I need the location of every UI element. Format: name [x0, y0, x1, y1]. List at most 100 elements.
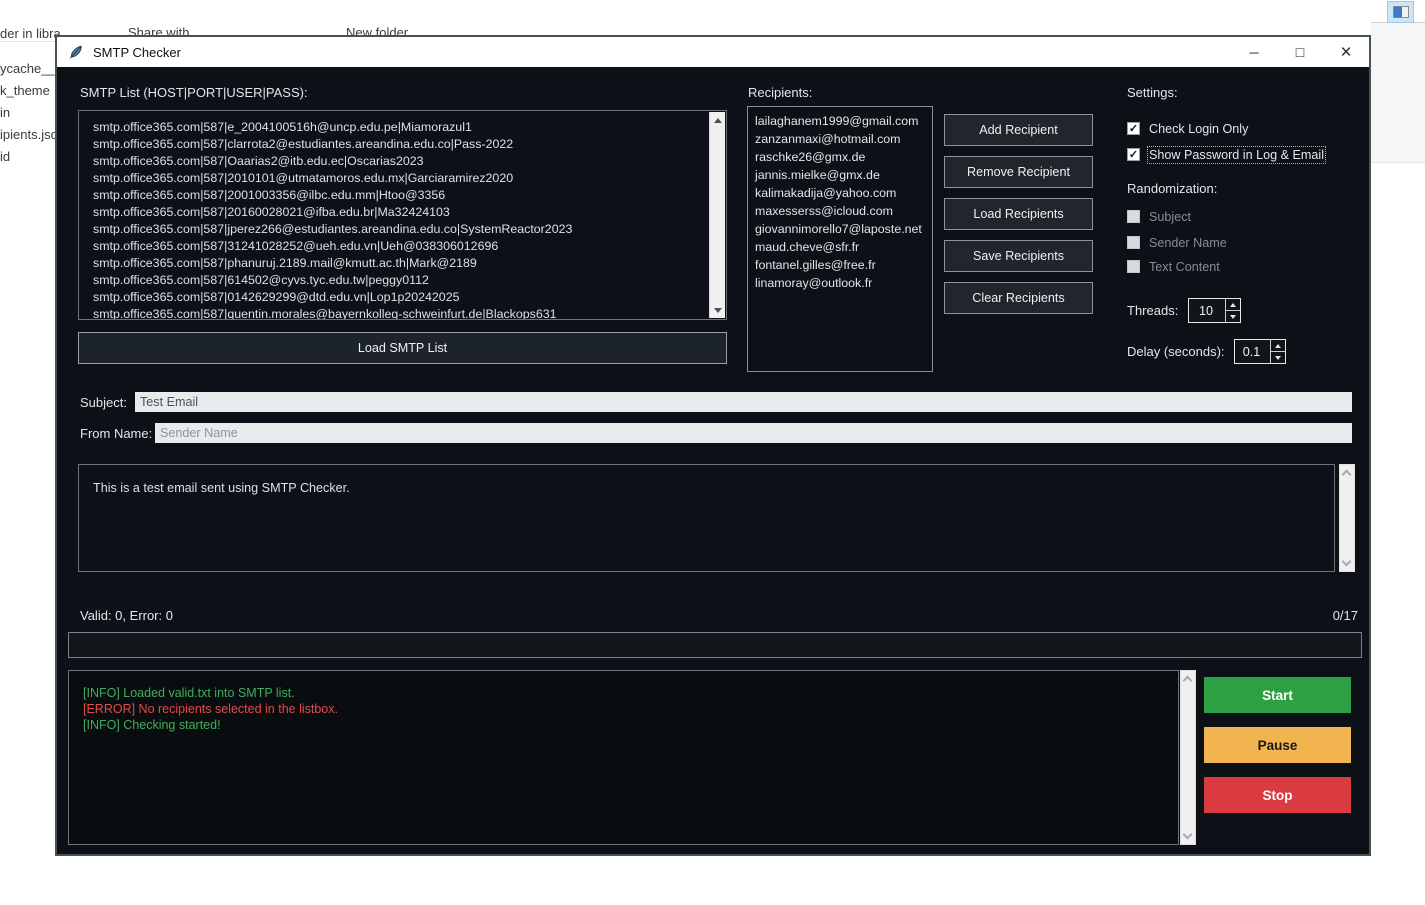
scroll-up-icon[interactable]: [1183, 676, 1193, 686]
smtp-list-row[interactable]: smtp.office365.com|587|31241028252@ueh.e…: [93, 238, 709, 255]
scroll-up-icon[interactable]: [710, 112, 725, 128]
valid-error-status: Valid: 0, Error: 0: [80, 608, 173, 623]
smtp-list-label: SMTP List (HOST|PORT|USER|PASS):: [80, 85, 308, 100]
delay-value: 0.1: [1235, 340, 1270, 363]
settings-label: Settings:: [1127, 85, 1178, 100]
explorer-file-fragment: ycache__: [0, 61, 56, 76]
smtp-listbox[interactable]: smtp.office365.com|587|e_2004100516h@unc…: [78, 110, 727, 320]
smtp-list-scrollbar[interactable]: [709, 112, 725, 318]
close-button[interactable]: ×: [1323, 37, 1369, 67]
message-body-textarea[interactable]: This is a test email sent using SMTP Che…: [78, 464, 1335, 572]
show-password-label: Show Password in Log & Email: [1149, 148, 1324, 162]
explorer-toolbar-fragment: der in libra: [0, 26, 61, 41]
recipient-item[interactable]: fontanel.gilles@free.fr: [755, 256, 932, 274]
log-output[interactable]: [INFO] Loaded valid.txt into SMTP list. …: [68, 670, 1179, 845]
check-login-only-row[interactable]: ✓ Check Login Only: [1127, 120, 1248, 137]
random-text-row[interactable]: Text Content: [1127, 258, 1220, 275]
checkbox-unchecked-icon[interactable]: [1127, 236, 1140, 249]
minimize-button[interactable]: ─: [1231, 37, 1277, 67]
window-preview-icon[interactable]: [1387, 1, 1414, 23]
explorer-edge-panel: [1371, 23, 1425, 163]
checkbox-checked-icon[interactable]: ✓: [1127, 148, 1140, 161]
log-line: [INFO] Loaded valid.txt into SMTP list.: [83, 685, 1178, 701]
remove-recipient-button[interactable]: Remove Recipient: [944, 156, 1093, 188]
add-recipient-button[interactable]: Add Recipient: [944, 114, 1093, 146]
explorer-file-fragment: k_theme: [0, 83, 50, 98]
smtp-list-row[interactable]: smtp.office365.com|587|2001003356@ilbc.e…: [93, 187, 709, 204]
recipient-item[interactable]: maud.cheve@sfr.fr: [755, 238, 932, 256]
checkbox-unchecked-icon[interactable]: [1127, 210, 1140, 223]
load-recipients-button[interactable]: Load Recipients: [944, 198, 1093, 230]
smtp-list-row[interactable]: smtp.office365.com|587|clarrota2@estudia…: [93, 136, 709, 153]
window-controls: ─ □ ×: [1231, 37, 1369, 67]
feather-icon: [68, 44, 84, 60]
spin-up-icon[interactable]: [1226, 299, 1240, 310]
random-sender-row[interactable]: Sender Name: [1127, 234, 1227, 251]
checkbox-checked-icon[interactable]: ✓: [1127, 122, 1140, 135]
clear-recipients-button[interactable]: Clear Recipients: [944, 282, 1093, 314]
recipient-item[interactable]: zanzanmaxi@hotmail.com: [755, 130, 932, 148]
scroll-down-icon[interactable]: [710, 302, 725, 318]
recipient-item[interactable]: jannis.mielke@gmx.de: [755, 166, 932, 184]
desktop: der in libra Share with New folder ycach…: [0, 0, 1425, 905]
recipient-item[interactable]: maxesserss@icloud.com: [755, 202, 932, 220]
scroll-down-icon[interactable]: [1183, 830, 1193, 840]
random-subject-label: Subject: [1149, 210, 1191, 224]
recipient-item[interactable]: giovannimorello7@laposte.net: [755, 220, 932, 238]
window-title: SMTP Checker: [93, 45, 181, 60]
load-smtp-list-button[interactable]: Load SMTP List: [78, 332, 727, 364]
random-subject-row[interactable]: Subject: [1127, 208, 1191, 225]
message-body-text: This is a test email sent using SMTP Che…: [93, 480, 1320, 496]
recipient-item[interactable]: raschke26@gmx.de: [755, 148, 932, 166]
explorer-file-fragment: id: [0, 149, 10, 164]
start-button[interactable]: Start: [1204, 677, 1351, 713]
recipients-label: Recipients:: [748, 85, 812, 100]
random-sender-label: Sender Name: [1149, 236, 1227, 250]
threads-value: 10: [1189, 299, 1225, 322]
message-scrollbar[interactable]: [1339, 464, 1355, 572]
explorer-toolbar-divider: [0, 41, 56, 42]
spin-up-icon[interactable]: [1271, 340, 1285, 351]
from-name-label: From Name:: [80, 426, 152, 441]
spin-down-icon[interactable]: [1271, 351, 1285, 363]
checkbox-unchecked-icon[interactable]: [1127, 260, 1140, 273]
save-recipients-button[interactable]: Save Recipients: [944, 240, 1093, 272]
threads-label: Threads:: [1127, 303, 1178, 318]
smtp-list-row[interactable]: smtp.office365.com|587|20160028021@ifba.…: [93, 204, 709, 221]
smtp-list-row[interactable]: smtp.office365.com|587|jperez266@estudia…: [93, 221, 709, 238]
log-line: [ERROR] No recipients selected in the li…: [83, 701, 1178, 717]
stop-button[interactable]: Stop: [1204, 777, 1351, 813]
spin-down-icon[interactable]: [1226, 310, 1240, 322]
smtp-list-row[interactable]: smtp.office365.com|587|e_2004100516h@unc…: [93, 119, 709, 136]
random-text-label: Text Content: [1149, 260, 1220, 274]
maximize-button[interactable]: □: [1277, 37, 1323, 67]
smtp-list-row[interactable]: smtp.office365.com|587|quentin.morales@b…: [93, 306, 709, 319]
show-password-row[interactable]: ✓ Show Password in Log & Email: [1127, 146, 1324, 163]
smtp-list-row[interactable]: smtp.office365.com|587|2010101@utmatamor…: [93, 170, 709, 187]
delay-spinner[interactable]: 0.1: [1234, 339, 1286, 364]
smtp-checker-window: SMTP Checker ─ □ × SMTP List (HOST|PORT|…: [55, 35, 1371, 856]
log-line: [INFO] Checking started!: [83, 717, 1178, 733]
delay-label: Delay (seconds):: [1127, 344, 1225, 359]
progress-bar: [68, 632, 1362, 658]
smtp-list-row[interactable]: smtp.office365.com|587|0142629299@dtd.ed…: [93, 289, 709, 306]
explorer-file-fragment: ipients.jso: [0, 127, 58, 142]
smtp-list-row[interactable]: smtp.office365.com|587|Oaarias2@itb.edu.…: [93, 153, 709, 170]
threads-spinner[interactable]: 10: [1188, 298, 1241, 323]
smtp-rows: smtp.office365.com|587|e_2004100516h@unc…: [79, 111, 709, 319]
smtp-list-row[interactable]: smtp.office365.com|587|614502@cyvs.tyc.e…: [93, 272, 709, 289]
subject-input[interactable]: [135, 392, 1352, 412]
log-scrollbar[interactable]: [1180, 670, 1196, 845]
scroll-down-icon[interactable]: [1342, 557, 1352, 567]
recipient-item[interactable]: linamoray@outlook.fr: [755, 274, 932, 292]
title-bar[interactable]: SMTP Checker ─ □ ×: [57, 37, 1369, 67]
randomization-label: Randomization:: [1127, 181, 1217, 196]
scroll-up-icon[interactable]: [1342, 470, 1352, 480]
recipient-item[interactable]: lailaghanem1999@gmail.com: [755, 112, 932, 130]
from-name-input[interactable]: [155, 423, 1352, 443]
explorer-file-fragment: in: [0, 105, 10, 120]
recipients-listbox[interactable]: lailaghanem1999@gmail.com zanzanmaxi@hot…: [747, 106, 933, 372]
smtp-list-row[interactable]: smtp.office365.com|587|phanuruj.2189.mai…: [93, 255, 709, 272]
pause-button[interactable]: Pause: [1204, 727, 1351, 763]
recipient-item[interactable]: kalimakadija@yahoo.com: [755, 184, 932, 202]
